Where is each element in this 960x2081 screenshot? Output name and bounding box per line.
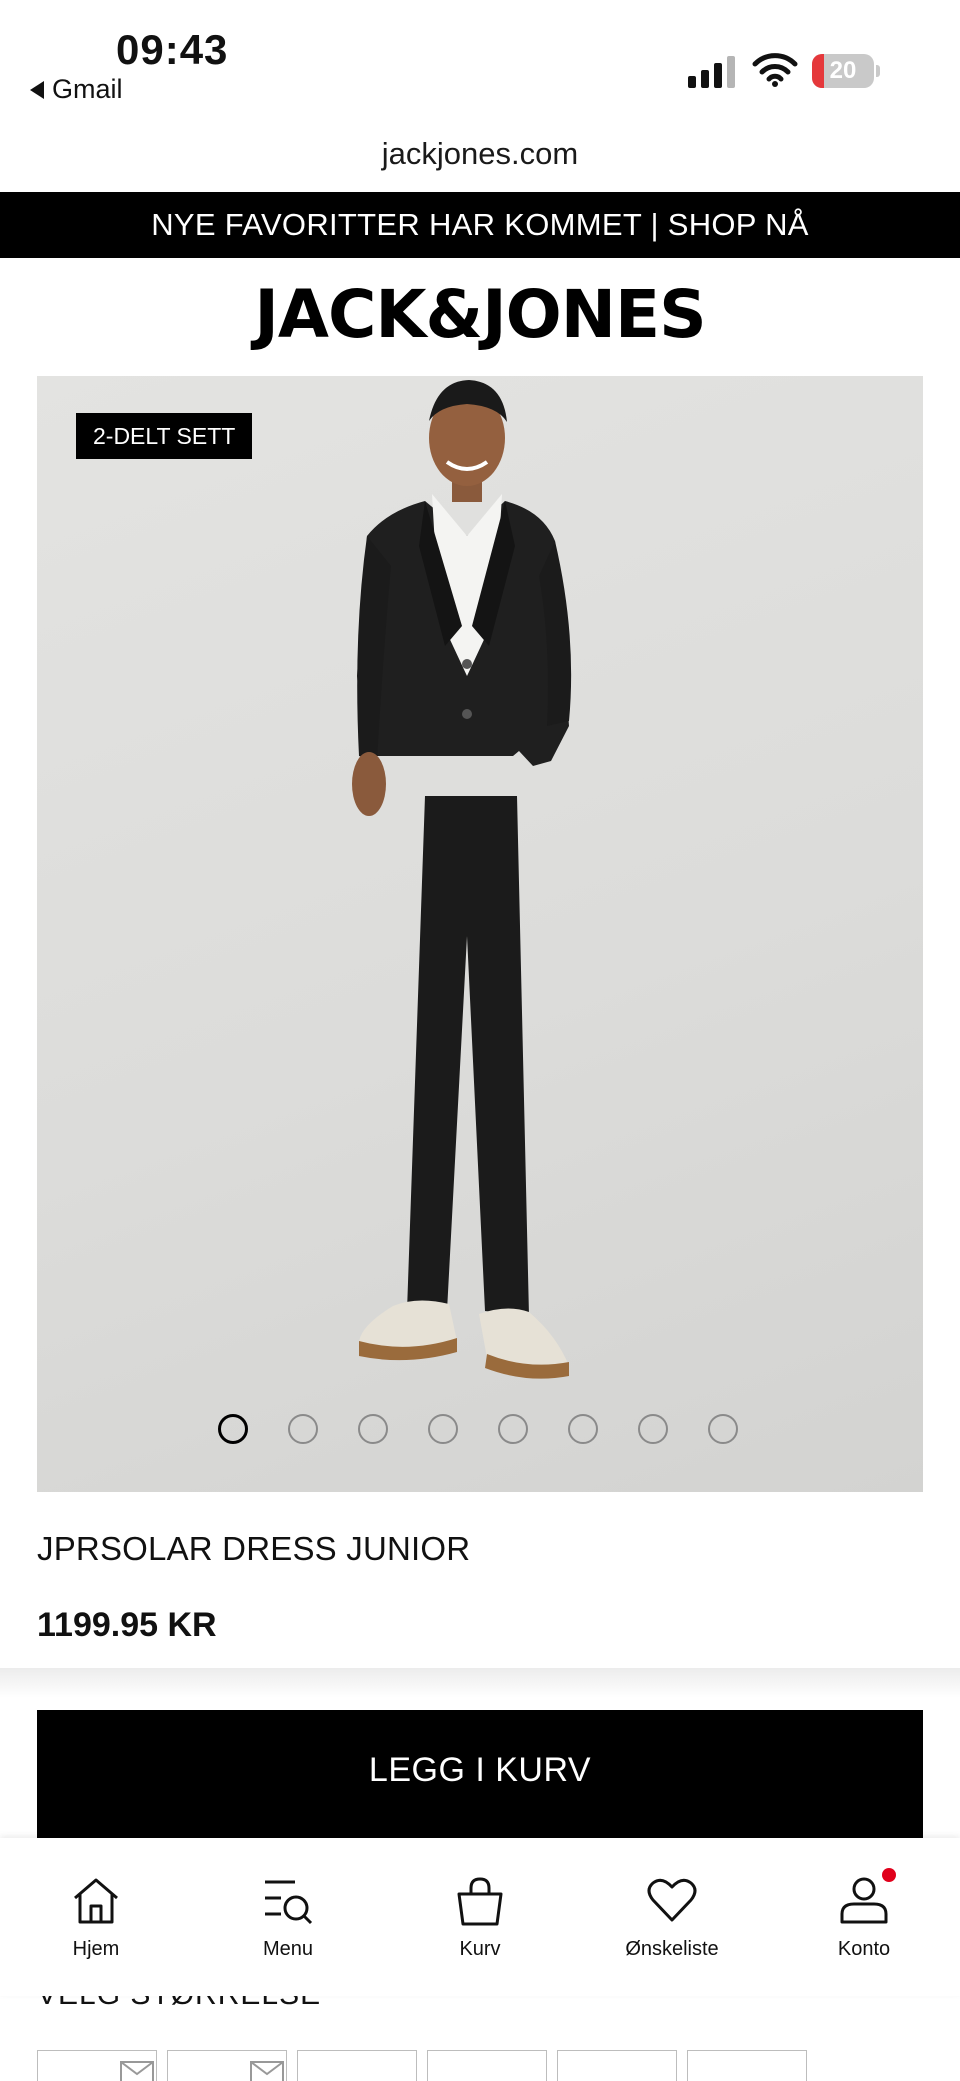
carousel-dot[interactable] bbox=[638, 1414, 668, 1444]
carousel-dot[interactable] bbox=[498, 1414, 528, 1444]
battery-icon: 20 bbox=[812, 54, 880, 88]
battery-level: 20 bbox=[829, 57, 857, 84]
product-photo-model bbox=[352, 380, 572, 1379]
carousel-dots bbox=[37, 1414, 923, 1446]
home-icon bbox=[74, 1878, 118, 1924]
heart-icon bbox=[647, 1878, 697, 1922]
tab-menu[interactable]: Menu bbox=[192, 1838, 384, 1996]
size-option[interactable] bbox=[297, 2050, 417, 2081]
mail-icon bbox=[250, 2061, 284, 2081]
carousel-dot[interactable] bbox=[358, 1414, 388, 1444]
carousel-dot[interactable] bbox=[288, 1414, 318, 1444]
notification-dot bbox=[882, 1868, 896, 1882]
size-option[interactable] bbox=[167, 2050, 287, 2081]
product-tag: 2-DELT SETT bbox=[76, 413, 253, 459]
product-price: 1199.95 KR bbox=[37, 1606, 217, 1644]
sticky-divider bbox=[0, 1668, 960, 1698]
mail-icon bbox=[120, 2061, 154, 2081]
add-to-cart-button[interactable]: LEGG I KURV bbox=[37, 1710, 923, 1840]
bottom-tab-bar: Hjem Menu Kurv Ønskeliste Konto bbox=[0, 1838, 960, 1996]
size-option[interactable] bbox=[427, 2050, 547, 2081]
brand-logo[interactable]: JACK&JONES bbox=[0, 276, 960, 353]
tab-home[interactable]: Hjem bbox=[0, 1838, 192, 1996]
back-to-app-link[interactable]: Gmail bbox=[30, 74, 123, 105]
tab-label: Konto bbox=[837, 1938, 891, 1960]
tab-account[interactable]: Konto bbox=[768, 1838, 960, 1996]
wifi-icon bbox=[752, 53, 798, 87]
tab-label: Hjem bbox=[72, 1938, 120, 1960]
account-icon bbox=[840, 1877, 888, 1924]
bag-icon bbox=[457, 1877, 503, 1926]
tab-label: Ønskeliste bbox=[625, 1938, 719, 1960]
carousel-dot[interactable] bbox=[218, 1414, 248, 1444]
size-option[interactable] bbox=[557, 2050, 677, 2081]
carousel-dot[interactable] bbox=[428, 1414, 458, 1444]
back-app-label: Gmail bbox=[52, 74, 123, 104]
back-arrow-icon bbox=[30, 80, 44, 99]
tab-label: Menu bbox=[262, 1938, 314, 1960]
signal-icon bbox=[688, 56, 735, 88]
url-bar[interactable]: jackjones.com bbox=[0, 136, 960, 172]
status-bar: 09:43 Gmail 20 bbox=[0, 0, 960, 130]
tab-label: Kurv bbox=[459, 1938, 501, 1960]
size-option[interactable] bbox=[687, 2050, 807, 2081]
product-image[interactable]: 2-DELT SETT bbox=[37, 376, 923, 1492]
promo-banner[interactable]: NYE FAVORITTER HAR KOMMET | SHOP NÅ bbox=[0, 192, 960, 258]
carousel-dot[interactable] bbox=[708, 1414, 738, 1444]
tab-wishlist[interactable]: Ønskeliste bbox=[576, 1838, 768, 1996]
tab-cart[interactable]: Kurv bbox=[384, 1838, 576, 1996]
product-title: JPRSOLAR DRESS JUNIOR bbox=[37, 1530, 471, 1567]
carousel-dot[interactable] bbox=[568, 1414, 598, 1444]
status-time: 09:43 bbox=[116, 26, 229, 73]
size-option[interactable] bbox=[37, 2050, 157, 2081]
size-options bbox=[37, 2050, 923, 2081]
menu-search-icon bbox=[265, 1880, 313, 1925]
